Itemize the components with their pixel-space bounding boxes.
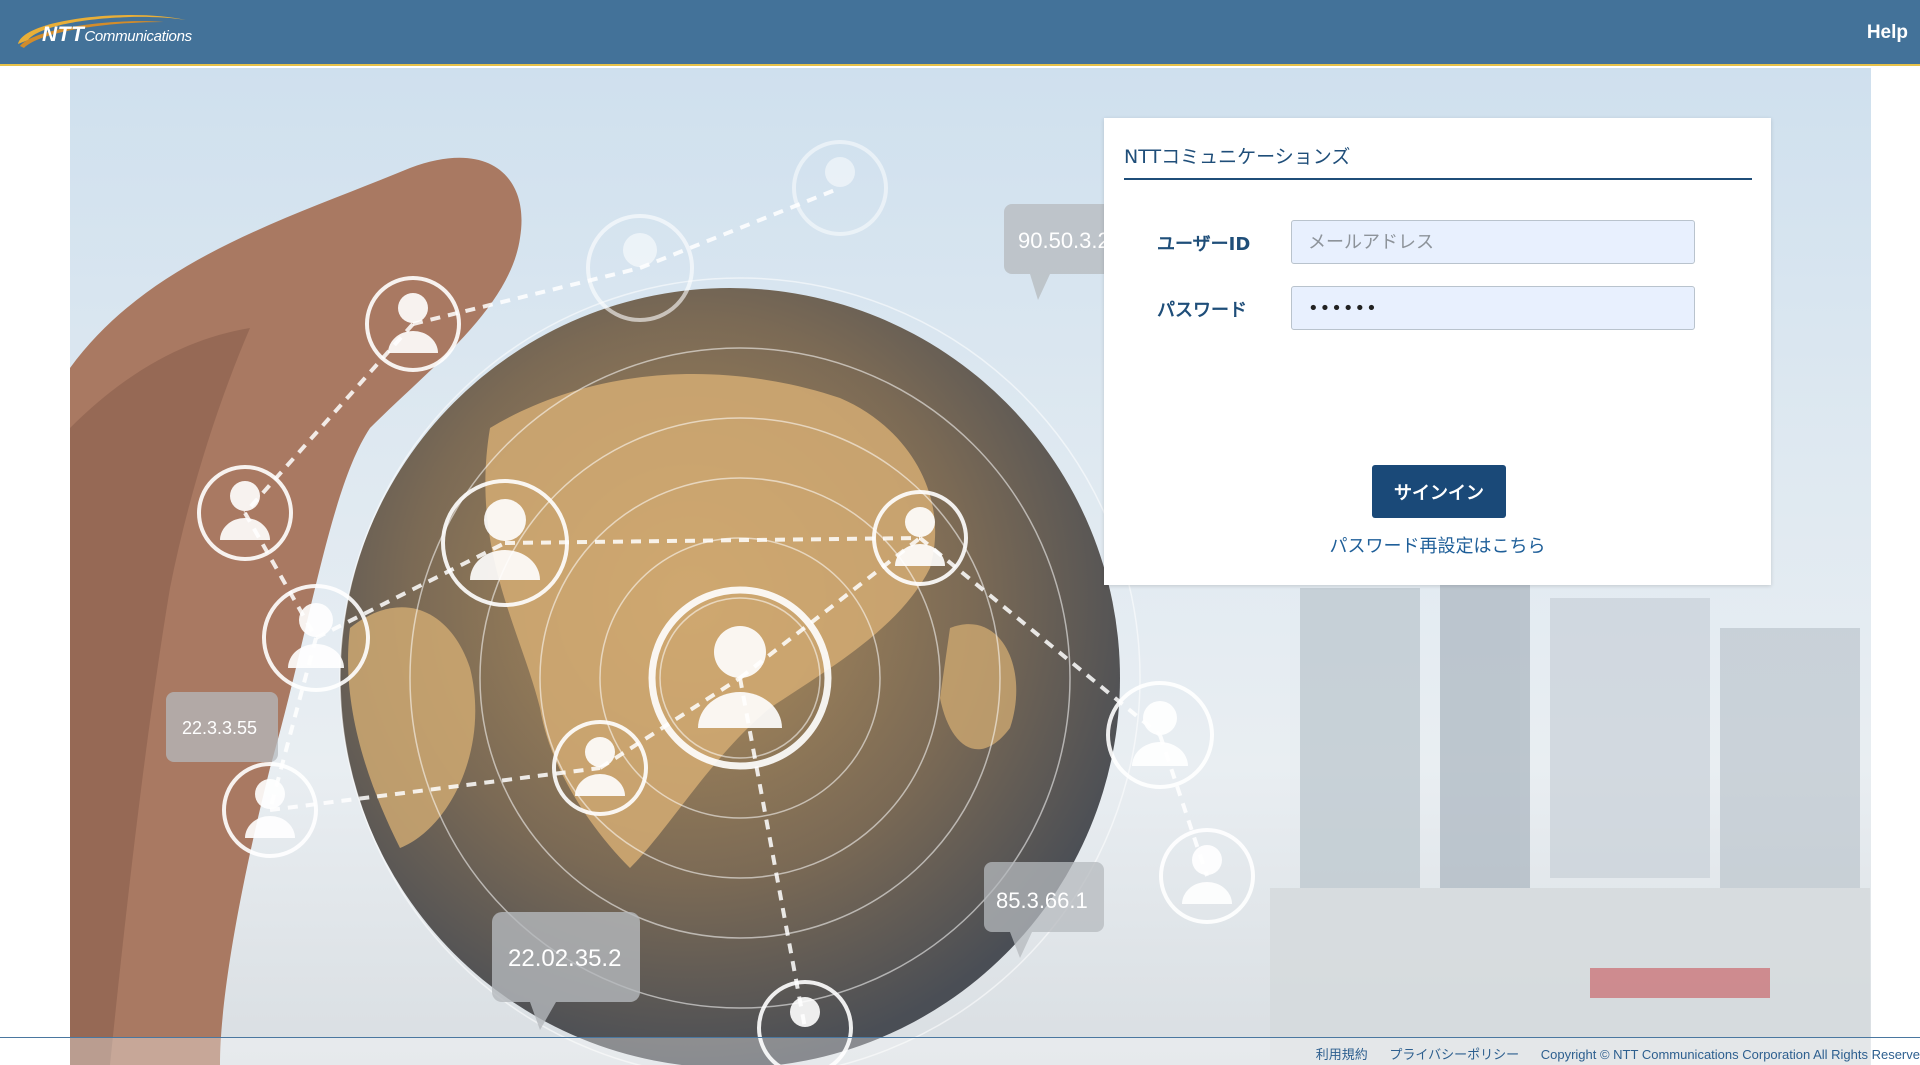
- page-footer: 利用規約 プライバシーポリシー Copyright © NTT Communic…: [0, 1037, 1920, 1065]
- login-card: NTTコミュニケーションズ ユーザーID パスワード サインイン パスワード再設…: [1104, 118, 1771, 585]
- top-header-bar: NTTCommunications Help: [0, 0, 1920, 66]
- help-link[interactable]: Help: [1867, 22, 1908, 44]
- ip-tag-3: 22.02.35.2: [508, 945, 621, 972]
- user-id-label: ユーザーID: [1157, 234, 1251, 255]
- footer-links: 利用規約 プライバシーポリシー Copyright © NTT Communic…: [1316, 1044, 1920, 1063]
- ip-bubble-2: 22.3.3.55: [166, 692, 278, 762]
- ip-tag-4: 85.3.66.1: [996, 888, 1088, 913]
- signin-button[interactable]: サインイン: [1372, 465, 1506, 518]
- ip-tag-1: 90.50.3.2: [1018, 228, 1110, 253]
- user-id-input[interactable]: [1291, 220, 1695, 264]
- privacy-policy-link[interactable]: プライバシーポリシー: [1389, 1047, 1519, 1062]
- ntt-communications-logo[interactable]: NTTCommunications: [14, 10, 194, 54]
- title-divider: [1124, 178, 1752, 180]
- logo-text: NTTCommunications: [42, 23, 192, 47]
- password-reset-link[interactable]: パスワード再設定はこちら: [1104, 532, 1771, 558]
- copyright-text: Copyright © NTT Communications Corporati…: [1540, 1047, 1920, 1062]
- login-card-title: NTTコミュニケーションズ: [1124, 146, 1351, 168]
- password-input[interactable]: [1291, 286, 1695, 330]
- logo-communications-text: Communications: [84, 28, 192, 45]
- logo-ntt-text: NTT: [42, 23, 85, 46]
- terms-link[interactable]: 利用規約: [1316, 1047, 1368, 1062]
- password-label: パスワード: [1157, 300, 1247, 321]
- ip-tag-2: 22.3.3.55: [182, 718, 257, 738]
